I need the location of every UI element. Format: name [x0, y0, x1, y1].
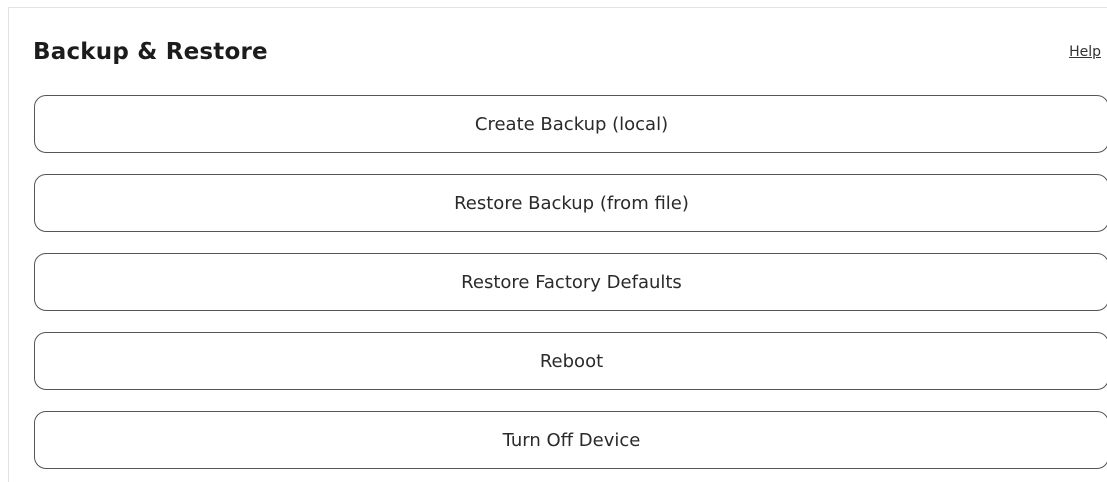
- restore-backup-label: Restore Backup (from file): [454, 192, 689, 214]
- page-title: Backup & Restore: [33, 39, 268, 65]
- action-list: Create Backup (local) Restore Backup (fr…: [34, 95, 1107, 469]
- create-backup-button[interactable]: Create Backup (local): [34, 95, 1107, 153]
- restore-factory-defaults-button[interactable]: Restore Factory Defaults: [34, 253, 1107, 311]
- restore-factory-defaults-label: Restore Factory Defaults: [461, 271, 682, 293]
- turn-off-device-label: Turn Off Device: [502, 429, 641, 451]
- restore-backup-button[interactable]: Restore Backup (from file): [34, 174, 1107, 232]
- create-backup-label: Create Backup (local): [474, 113, 669, 135]
- reboot-label: Reboot: [539, 350, 604, 372]
- help-link[interactable]: Help: [1069, 42, 1101, 62]
- panel-header: Backup & Restore Help: [33, 36, 1101, 68]
- backup-restore-panel: Backup & Restore Help Create Backup (loc…: [8, 7, 1107, 482]
- turn-off-device-button[interactable]: Turn Off Device: [34, 411, 1107, 469]
- reboot-button[interactable]: Reboot: [34, 332, 1107, 390]
